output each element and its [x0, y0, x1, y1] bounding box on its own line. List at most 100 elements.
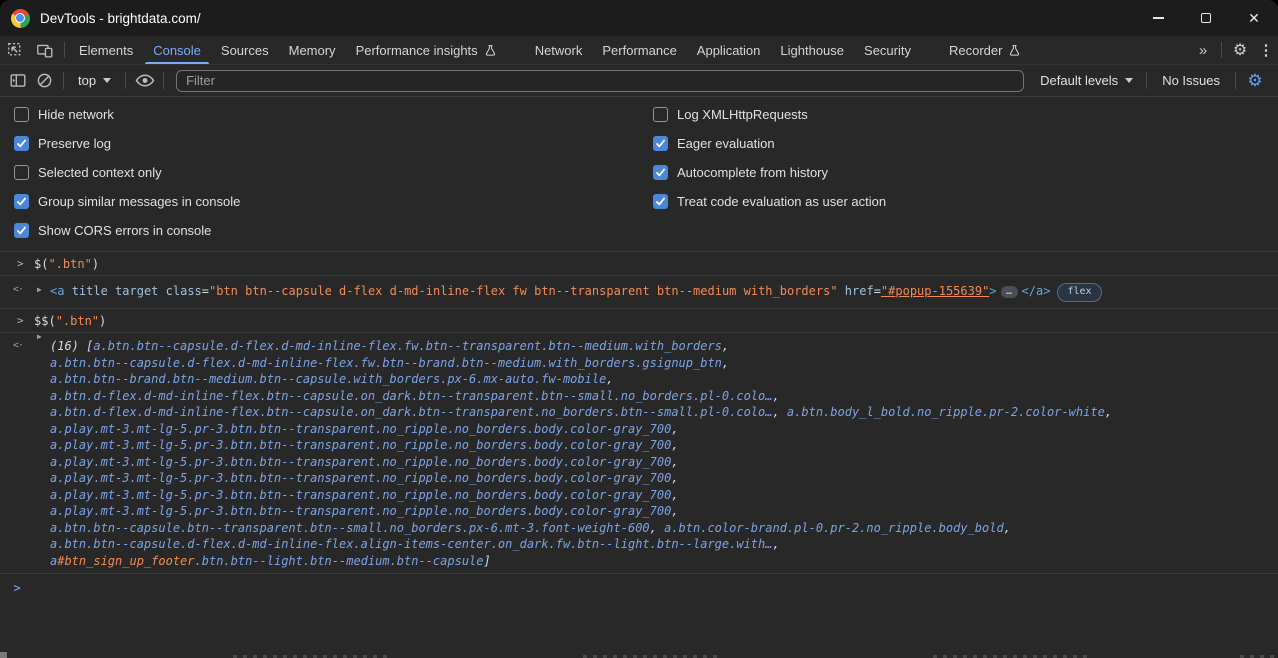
- code-segment: >: [989, 284, 996, 298]
- tab-performance-insights[interactable]: Performance insights: [346, 36, 507, 64]
- code-segment: a.btn.btn--capsule.d-flex.d-md-inline-fl…: [50, 537, 772, 551]
- kebab-menu-button[interactable]: ⋮: [1254, 36, 1278, 64]
- clear-console-button[interactable]: [31, 68, 58, 94]
- code-segment: [64, 284, 71, 298]
- tab-recorder[interactable]: Recorder: [939, 36, 1031, 64]
- maximize-button[interactable]: [1182, 0, 1230, 36]
- command-chevron-icon: >: [17, 257, 24, 270]
- expand-triangle-icon[interactable]: ▶: [37, 285, 42, 294]
- checkbox-label: Group similar messages in console: [38, 194, 240, 209]
- code-segment: "btn btn--capsule d-flex d-md-inline-fle…: [209, 284, 838, 298]
- code-segment: (16) [: [50, 339, 93, 353]
- code-segment: ,: [671, 438, 678, 452]
- code-segment: ]: [484, 554, 491, 568]
- checkbox-checked[interactable]: [14, 136, 29, 151]
- tab-sources[interactable]: Sources: [211, 36, 279, 64]
- checkbox-unchecked[interactable]: [14, 107, 29, 122]
- more-tabs-button[interactable]: »: [1189, 36, 1217, 64]
- console-sidebar-button[interactable]: [4, 68, 31, 94]
- console-input-row[interactable]: >: [0, 574, 1278, 601]
- code-segment: a.play.mt-3.mt-lg-5.pr-3.btn.btn--transp…: [50, 504, 671, 518]
- console-command[interactable]: >$$(".btn"): [0, 309, 1278, 333]
- tab-network[interactable]: Network: [525, 36, 593, 64]
- setting-group-similar-messages-in-console[interactable]: Group similar messages in console: [0, 187, 639, 216]
- array-preview-line: a#btn_sign_up_footer.btn.btn--light.btn-…: [50, 553, 1112, 570]
- array-preview-line: a.btn.d-flex.d-md-inline-flex.btn--capsu…: [50, 388, 1112, 405]
- expand-inline-ellipsis-button[interactable]: …: [1001, 286, 1018, 298]
- tab-console[interactable]: Console: [143, 36, 211, 64]
- setting-eager-evaluation[interactable]: Eager evaluation: [639, 129, 1278, 158]
- setting-log-xmlhttprequests[interactable]: Log XMLHttpRequests: [639, 100, 1278, 129]
- setting-treat-code-evaluation-as-user-action[interactable]: Treat code evaluation as user action: [639, 187, 1278, 216]
- minimize-icon: [1153, 17, 1164, 19]
- href-link[interactable]: "#popup-155639": [881, 284, 989, 298]
- code-segment: ,: [671, 504, 678, 518]
- tab-performance[interactable]: Performance: [592, 36, 686, 64]
- context-label: top: [78, 73, 96, 88]
- toggle-device-toolbar-button[interactable]: [30, 36, 60, 64]
- console-settings-pane: Hide networkPreserve logSelected context…: [0, 97, 1278, 252]
- checkbox-checked[interactable]: [653, 165, 668, 180]
- tab-application[interactable]: Application: [687, 36, 771, 64]
- code-segment: [158, 284, 165, 298]
- setting-hide-network[interactable]: Hide network: [0, 100, 639, 129]
- log-levels-selector[interactable]: Default levels: [1031, 73, 1142, 88]
- eye-icon: [135, 72, 155, 89]
- inspect-element-button[interactable]: [0, 36, 30, 64]
- close-button[interactable]: ✕: [1230, 0, 1278, 36]
- checkbox-unchecked[interactable]: [14, 165, 29, 180]
- tab-security[interactable]: Security: [854, 36, 921, 64]
- setting-selected-context-only[interactable]: Selected context only: [0, 158, 639, 187]
- code-segment: a.play.mt-3.mt-lg-5.pr-3.btn.btn--transp…: [50, 455, 671, 469]
- console-messages[interactable]: >$(".btn")<·▶<a title target class="btn …: [0, 252, 1278, 658]
- tab-elements[interactable]: Elements: [69, 36, 143, 64]
- checkbox-checked[interactable]: [653, 194, 668, 209]
- tab-label: Memory: [289, 43, 336, 58]
- tab-label: Network: [535, 43, 583, 58]
- checkbox-checked[interactable]: [653, 136, 668, 151]
- tab-memory[interactable]: Memory: [279, 36, 346, 64]
- setting-show-cors-errors-in-console[interactable]: Show CORS errors in console: [0, 216, 639, 245]
- tab-label: Console: [153, 43, 201, 58]
- check-icon: [655, 196, 666, 207]
- code-segment: a.btn.btn--capsule.d-flex.d-md-inline-fl…: [93, 339, 722, 353]
- window-controls: ✕: [1134, 0, 1278, 36]
- console-settings-button[interactable]: ⚙: [1240, 71, 1270, 91]
- setting-autocomplete-from-history[interactable]: Autocomplete from history: [639, 158, 1278, 187]
- code-segment: a.btn.btn--capsule.d-flex.d-md-inline-fl…: [50, 356, 722, 370]
- checkbox-unchecked[interactable]: [653, 107, 668, 122]
- code-segment: a.play.mt-3.mt-lg-5.pr-3.btn.btn--transp…: [50, 488, 671, 502]
- tab-lighthouse[interactable]: Lighthouse: [770, 36, 854, 64]
- settings-gear-button[interactable]: ⚙: [1226, 36, 1254, 64]
- divider: [1146, 72, 1147, 89]
- panel-tabs: Elements Console Sources Memory Performance …: [69, 36, 1031, 64]
- code-segment: ,: [772, 537, 779, 551]
- setting-preserve-log[interactable]: Preserve log: [0, 129, 639, 158]
- flex-badge[interactable]: flex: [1057, 283, 1101, 302]
- issues-counter[interactable]: No Issues: [1151, 73, 1231, 88]
- create-live-expression-button[interactable]: [131, 68, 158, 94]
- tab-strip: Elements Console Sources Memory Performance …: [0, 36, 1278, 65]
- checkbox-label: Show CORS errors in console: [38, 223, 211, 238]
- code-segment: =: [202, 284, 209, 298]
- flask-icon: [484, 44, 497, 57]
- code-segment: ): [92, 257, 99, 271]
- code-segment: =: [874, 284, 881, 298]
- console-array-result[interactable]: <·▶(16) [a.btn.btn--capsule.d-flex.d-md-…: [0, 333, 1278, 574]
- tab-label: Recorder: [949, 43, 1002, 58]
- array-preview-line: a.play.mt-3.mt-lg-5.pr-3.btn.btn--transp…: [50, 470, 1112, 487]
- javascript-context-selector[interactable]: top: [69, 73, 120, 88]
- divider: [64, 42, 65, 58]
- console-element-result[interactable]: <·▶<a title target class="btn btn--capsu…: [0, 276, 1278, 309]
- tab-label: Security: [864, 43, 911, 58]
- code-segment: ,: [772, 405, 786, 419]
- checkbox-checked[interactable]: [14, 223, 29, 238]
- window-titlebar: DevTools - brightdata.com/ ✕: [0, 0, 1278, 36]
- filter-input[interactable]: [176, 70, 1024, 92]
- checkbox-checked[interactable]: [14, 194, 29, 209]
- maximize-icon: [1201, 13, 1211, 23]
- minimize-button[interactable]: [1134, 0, 1182, 36]
- code-segment: ,: [650, 521, 664, 535]
- console-command[interactable]: >$(".btn"): [0, 252, 1278, 276]
- expand-triangle-icon[interactable]: ▶: [37, 332, 42, 341]
